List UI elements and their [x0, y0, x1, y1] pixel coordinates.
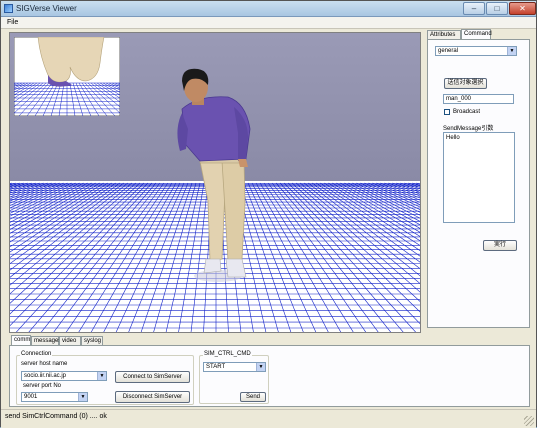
command-tab-body: general ▼ 送信対象選択 man_000 Broadcast SendM…: [427, 39, 530, 328]
host-label: server host name: [21, 361, 68, 367]
tab-command[interactable]: Command: [461, 29, 492, 39]
host-select-value: socio.iir.nii.ac.jp: [24, 373, 67, 379]
camera-inset: [14, 37, 120, 116]
status-bar: send SimCtrlCommand (0) .... ok: [1, 409, 536, 428]
simctrl-select[interactable]: START ▼: [203, 362, 266, 372]
sendmessage-label: SendMessage引数: [443, 126, 494, 132]
resize-grip[interactable]: [524, 416, 534, 426]
message-text: Hello: [446, 135, 460, 141]
chevron-down-icon: ▼: [256, 363, 265, 371]
menu-bar: File: [1, 17, 536, 29]
minimize-button[interactable]: –: [463, 2, 485, 15]
tab-video[interactable]: video: [59, 336, 81, 345]
bottom-panel: comm messages video syslog Connection se…: [9, 335, 530, 407]
side-panel: Attributes Command general ▼ 送信対象選択 man_…: [427, 29, 530, 328]
chevron-down-icon: ▼: [507, 47, 516, 55]
broadcast-label: Broadcast: [453, 109, 481, 115]
app-window: SIGVerse Viewer – □ ✕ File Attributes Co…: [0, 0, 537, 428]
tab-attributes[interactable]: Attributes: [427, 30, 461, 39]
app-icon: [4, 4, 13, 13]
title-bar[interactable]: SIGVerse Viewer – □ ✕: [1, 1, 536, 17]
mode-select-value: general: [438, 48, 459, 54]
simctrl-group-title: SIM_CTRL_CMD: [203, 351, 252, 357]
mode-select[interactable]: general ▼: [435, 46, 517, 56]
select-target-button[interactable]: 送信対象選択: [444, 78, 487, 89]
connection-group-title: Connection: [20, 351, 53, 357]
3d-viewport[interactable]: [9, 32, 421, 333]
chevron-down-icon: ▼: [78, 393, 87, 401]
grid-line: [419, 183, 420, 184]
maximize-button[interactable]: □: [486, 2, 508, 15]
connect-button[interactable]: Connect to SimServer: [115, 371, 190, 383]
message-textarea[interactable]: Hello: [443, 132, 515, 223]
simctrl-select-value: START: [206, 364, 226, 370]
send-button[interactable]: Send: [240, 392, 266, 402]
simctrl-group: SIM_CTRL_CMD START ▼ Send: [199, 351, 269, 404]
close-button[interactable]: ✕: [509, 2, 536, 15]
port-label: server port No: [23, 383, 62, 389]
host-select[interactable]: socio.iir.nii.ac.jp ▼: [21, 371, 107, 381]
status-text: send SimCtrlCommand (0) .... ok: [5, 413, 107, 420]
target-field[interactable]: man_000: [443, 94, 514, 104]
tab-syslog[interactable]: syslog: [81, 336, 103, 345]
tab-messages[interactable]: messages: [31, 336, 61, 345]
connection-group: Connection server host name socio.iir.ni…: [16, 351, 194, 405]
tab-comm[interactable]: comm: [11, 335, 31, 345]
chevron-down-icon: ▼: [97, 372, 106, 380]
window-title: SIGVerse Viewer: [16, 4, 77, 13]
broadcast-checkbox[interactable]: [444, 109, 450, 115]
disconnect-button[interactable]: Disconnect SimServer: [115, 391, 190, 403]
comm-tab-body: Connection server host name socio.iir.ni…: [9, 345, 530, 407]
execute-button[interactable]: 実行: [483, 240, 517, 251]
port-select-value: 9001: [24, 394, 38, 400]
port-select[interactable]: 9001 ▼: [21, 392, 88, 402]
menu-file[interactable]: File: [7, 19, 18, 26]
